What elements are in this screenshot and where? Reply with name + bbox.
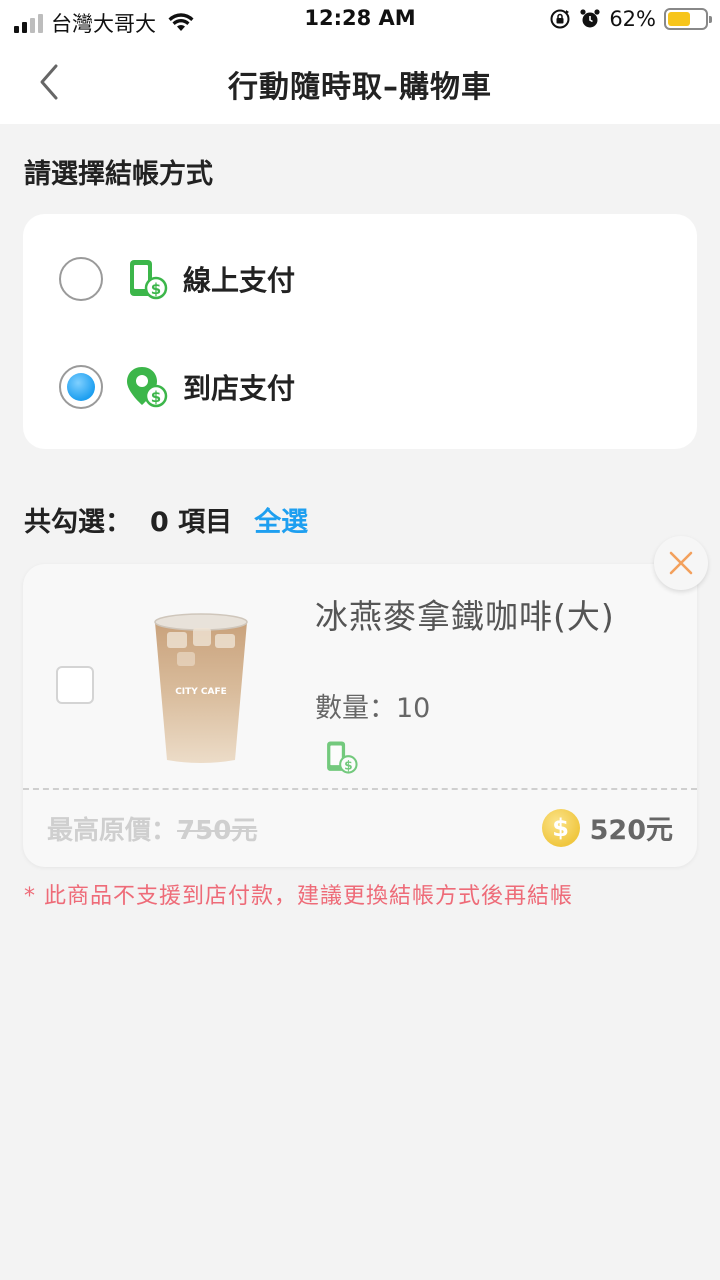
cup-brand-text: CITY CAFE — [175, 687, 227, 697]
dashed-divider — [23, 788, 697, 790]
status-right: 62% — [549, 7, 712, 31]
battery-fill — [668, 12, 691, 26]
svg-text:$: $ — [151, 280, 161, 298]
payment-warning: * 此商品不支援到店付款，建議更換結帳方式後再結帳 — [24, 884, 573, 909]
close-icon — [669, 551, 693, 575]
status-bar: 台灣大哥大 12:28 AM 62% — [0, 0, 720, 40]
original-price: 最高原價：750元 — [47, 810, 257, 847]
selection-summary: 共勾選： 0 項目 全選 — [24, 500, 308, 539]
final-price: $ 520元 — [541, 808, 673, 847]
radio-online[interactable] — [59, 257, 103, 301]
payment-method-card: $ 線上支付 $ 到店支付 — [23, 214, 697, 449]
summary-label: 共勾選： — [24, 507, 132, 538]
payment-option-online[interactable]: $ 線上支付 — [59, 254, 295, 304]
checkout-section-title: 請選擇結帳方式 — [24, 159, 213, 190]
selected-count: 0 項目 — [150, 507, 233, 538]
item-checkbox[interactable] — [56, 666, 94, 704]
page-title: 行動隨時取–購物車 — [228, 70, 492, 105]
product-image: CITY CAFE — [154, 613, 248, 763]
payment-option-label: 到店支付 — [183, 372, 296, 405]
product-name: 冰燕麥拿鐵咖啡(大) — [315, 597, 615, 636]
payment-option-label: 線上支付 — [183, 264, 296, 297]
phone-dollar-icon: $ — [327, 741, 358, 774]
rotation-lock-icon — [550, 9, 570, 29]
nav-header: 行動隨時取–購物車 — [0, 40, 720, 124]
alarm-icon — [580, 9, 600, 28]
remove-item-button[interactable] — [654, 536, 708, 590]
select-all-link[interactable]: 全選 — [254, 500, 308, 539]
battery-icon — [664, 8, 712, 30]
final-price-value: 520元 — [589, 815, 673, 846]
cart-item-card: CITY CAFE 冰燕麥拿鐵咖啡(大) 數量：10 $ 最高原價：750元 $… — [23, 564, 697, 867]
product-quantity: 數量：10 — [315, 693, 431, 724]
payment-option-instore[interactable]: $ 到店支付 — [59, 362, 295, 412]
original-price-value: 750元 — [177, 816, 258, 846]
original-price-label: 最高原價： — [47, 816, 178, 846]
svg-text:$: $ — [151, 388, 161, 406]
location-dollar-icon: $ — [127, 367, 168, 408]
radio-instore[interactable] — [59, 365, 103, 409]
coin-icon: $ — [541, 808, 580, 847]
phone-dollar-icon: $ — [130, 260, 168, 300]
battery-percent: 62% — [609, 7, 656, 31]
svg-text:$: $ — [344, 758, 353, 772]
